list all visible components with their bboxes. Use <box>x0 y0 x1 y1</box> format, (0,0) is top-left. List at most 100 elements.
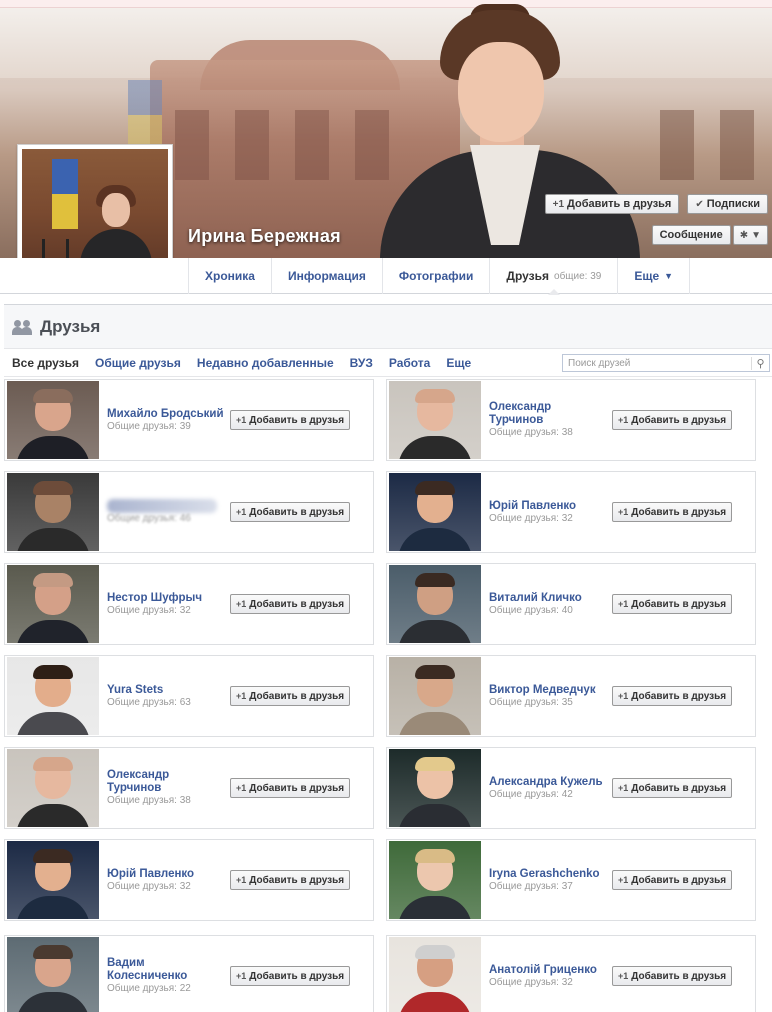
filter-more[interactable]: Еще <box>446 356 471 370</box>
add-friend-icon: +1 <box>236 599 247 609</box>
tab-about[interactable]: Информация <box>270 258 382 294</box>
chevron-down-icon: ▼ <box>751 229 761 241</box>
search-icon[interactable]: ⚲ <box>751 356 769 370</box>
friend-photo[interactable] <box>389 749 481 827</box>
add-friend-icon: +1 <box>236 783 247 793</box>
friend-card: Юрій Павленко Общие друзья: 32 +1 Добавить … <box>4 839 374 921</box>
friend-mutual-count: Общие друзья: 40 <box>489 604 573 616</box>
friend-photo[interactable] <box>7 841 99 919</box>
friend-photo[interactable] <box>7 749 99 827</box>
friend-name[interactable]: Анатолій Гриценко <box>489 964 607 977</box>
friend-name[interactable]: Виталий Кличко <box>489 592 607 605</box>
friend-photo[interactable] <box>389 657 481 735</box>
friend-card: Олександр Турчинов Общие друзья: 38 +1 Доба… <box>386 379 756 461</box>
add-friend-button[interactable]: +1 Добавить в друзья <box>544 194 680 214</box>
friend-mutual-count: Общие друзья: 32 <box>489 512 573 524</box>
add-friend-button[interactable]: +1 Добавить в друзья <box>612 502 733 522</box>
add-friend-label: Добавить в друзья <box>249 970 345 982</box>
friend-mutual-count: Общие друзья: 35 <box>489 696 573 708</box>
friend-photo[interactable] <box>7 937 99 1012</box>
add-friend-label: Добавить в друзья <box>249 598 345 610</box>
friend-photo[interactable] <box>7 381 99 459</box>
tab-photos[interactable]: Фотографии <box>381 258 490 294</box>
friend-name[interactable]: Iryna Gerashchenko <box>489 868 607 881</box>
friend-info: Александра Кужель Общие друзья: 42 <box>489 748 607 828</box>
friend-info: Михайло Бродський Общие друзья: 39 <box>107 380 225 460</box>
add-friend-button[interactable]: +1 Добавить в друзья <box>230 502 351 522</box>
friend-photo[interactable] <box>389 381 481 459</box>
tab-more[interactable]: Еще ▼ <box>617 258 691 294</box>
add-friend-label: Добавить в друзья <box>631 970 727 982</box>
message-button[interactable]: Сообщение <box>651 225 731 245</box>
friend-photo[interactable] <box>389 937 481 1012</box>
friend-name[interactable]: Нестор Шуфрыч <box>107 592 225 605</box>
friend-name[interactable]: Вадим Колесниченко <box>107 957 225 983</box>
friend-name[interactable] <box>107 499 217 513</box>
add-friend-label: Добавить в друзья <box>249 690 345 702</box>
friend-photo[interactable] <box>389 473 481 551</box>
friend-name[interactable]: Юрій Павленко <box>107 868 225 881</box>
add-friend-button[interactable]: +1 Добавить в друзья <box>230 966 351 986</box>
friend-name[interactable]: Юрій Павленко <box>489 500 607 513</box>
add-friend-button[interactable]: +1 Добавить в друзья <box>230 778 351 798</box>
friend-photo[interactable] <box>389 841 481 919</box>
friend-name[interactable]: Олександр Турчинов <box>489 401 607 427</box>
profile-tabs: Хроника Информация Фотографии Друзья общ… <box>188 258 691 295</box>
friend-info: Юрій Павленко Общие друзья: 32 <box>107 840 225 920</box>
friend-mutual-count: Общие друзья: 38 <box>107 795 191 806</box>
friend-photo[interactable] <box>7 565 99 643</box>
message-label: Сообщение <box>659 229 723 241</box>
friend-name[interactable]: Александра Кужель <box>489 776 607 789</box>
search-input[interactable] <box>563 355 751 371</box>
profile-name[interactable]: Ирина Бережная <box>188 226 341 247</box>
settings-menu-button[interactable]: ✱ ▼ <box>732 225 768 245</box>
friend-info: Вадим Колесниченко Общие друзья: 22 <box>107 936 225 1012</box>
tab-friends[interactable]: Друзья общие: 39 <box>489 258 617 295</box>
filter-all-friends[interactable]: Все друзья <box>12 356 79 370</box>
add-friend-icon: +1 <box>618 875 629 885</box>
add-friend-button[interactable]: +1 Добавить в друзья <box>612 778 733 798</box>
add-friend-label: Добавить в друзья <box>567 198 672 210</box>
add-friend-button[interactable]: +1 Добавить в друзья <box>230 594 351 614</box>
add-friend-label: Добавить в друзья <box>249 782 345 794</box>
friend-name[interactable]: Михайло Бродський <box>107 408 225 421</box>
chevron-down-icon: ▼ <box>664 271 674 281</box>
add-friend-button[interactable]: +1 Добавить в друзья <box>230 686 351 706</box>
add-friend-button[interactable]: +1 Добавить в друзья <box>230 870 351 890</box>
filter-work[interactable]: Работа <box>389 356 431 370</box>
friend-card: Iryna Gerashchenko Общие друзья: 37 +1 Доба… <box>386 839 756 921</box>
friend-info: Олександр Турчинов Общие друзья: 38 <box>489 380 607 460</box>
friend-info: Iryna Gerashchenko Общие друзья: 37 <box>489 840 607 920</box>
cover-actions-secondary: Сообщение ✱ ▼ <box>651 225 768 245</box>
add-friend-button[interactable]: +1 Добавить в друзья <box>230 410 351 430</box>
subscriptions-label: Подписки <box>706 198 760 210</box>
friend-info: Олександр Турчинов Общие друзья: 38 <box>107 748 225 828</box>
friends-icon <box>12 319 34 335</box>
gear-icon: ✱ <box>739 229 749 241</box>
friend-name[interactable]: Олександр Турчинов <box>107 769 225 795</box>
tab-timeline[interactable]: Хроника <box>188 258 271 294</box>
add-friend-label: Добавить в друзья <box>631 598 727 610</box>
add-friend-icon: +1 <box>236 875 247 885</box>
filter-mutual-friends[interactable]: Общие друзья <box>95 356 181 370</box>
friend-photo[interactable] <box>389 565 481 643</box>
friend-card: Виталий Кличко Общие друзья: 40 +1 Добавить… <box>386 563 756 645</box>
friend-name[interactable]: Виктор Медведчук <box>489 684 607 697</box>
add-friend-button[interactable]: +1 Добавить в друзья <box>612 686 733 706</box>
filter-university[interactable]: ВУЗ <box>350 356 373 370</box>
add-friend-button[interactable]: +1 Добавить в друзья <box>612 966 733 986</box>
friend-info: Анатолій Гриценко Общие друзья: 32 <box>489 936 607 1012</box>
add-friend-label: Добавить в друзья <box>631 874 727 886</box>
friend-photo[interactable] <box>7 473 99 551</box>
friend-photo[interactable] <box>7 657 99 735</box>
friends-header: Друзья <box>4 305 772 349</box>
subscriptions-button[interactable]: ✔ Подписки <box>687 194 768 214</box>
add-friend-icon: +1 <box>618 971 629 981</box>
friend-info: Общие друзья: 46 <box>107 472 225 552</box>
add-friend-button[interactable]: +1 Добавить в друзья <box>612 410 733 430</box>
add-friend-button[interactable]: +1 Добавить в друзья <box>612 870 733 890</box>
friend-name[interactable]: Yura Stets <box>107 684 225 697</box>
filter-recently-added[interactable]: Недавно добавленные <box>197 356 334 370</box>
friend-mutual-count: Общие друзья: 38 <box>489 427 573 438</box>
add-friend-button[interactable]: +1 Добавить в друзья <box>612 594 733 614</box>
